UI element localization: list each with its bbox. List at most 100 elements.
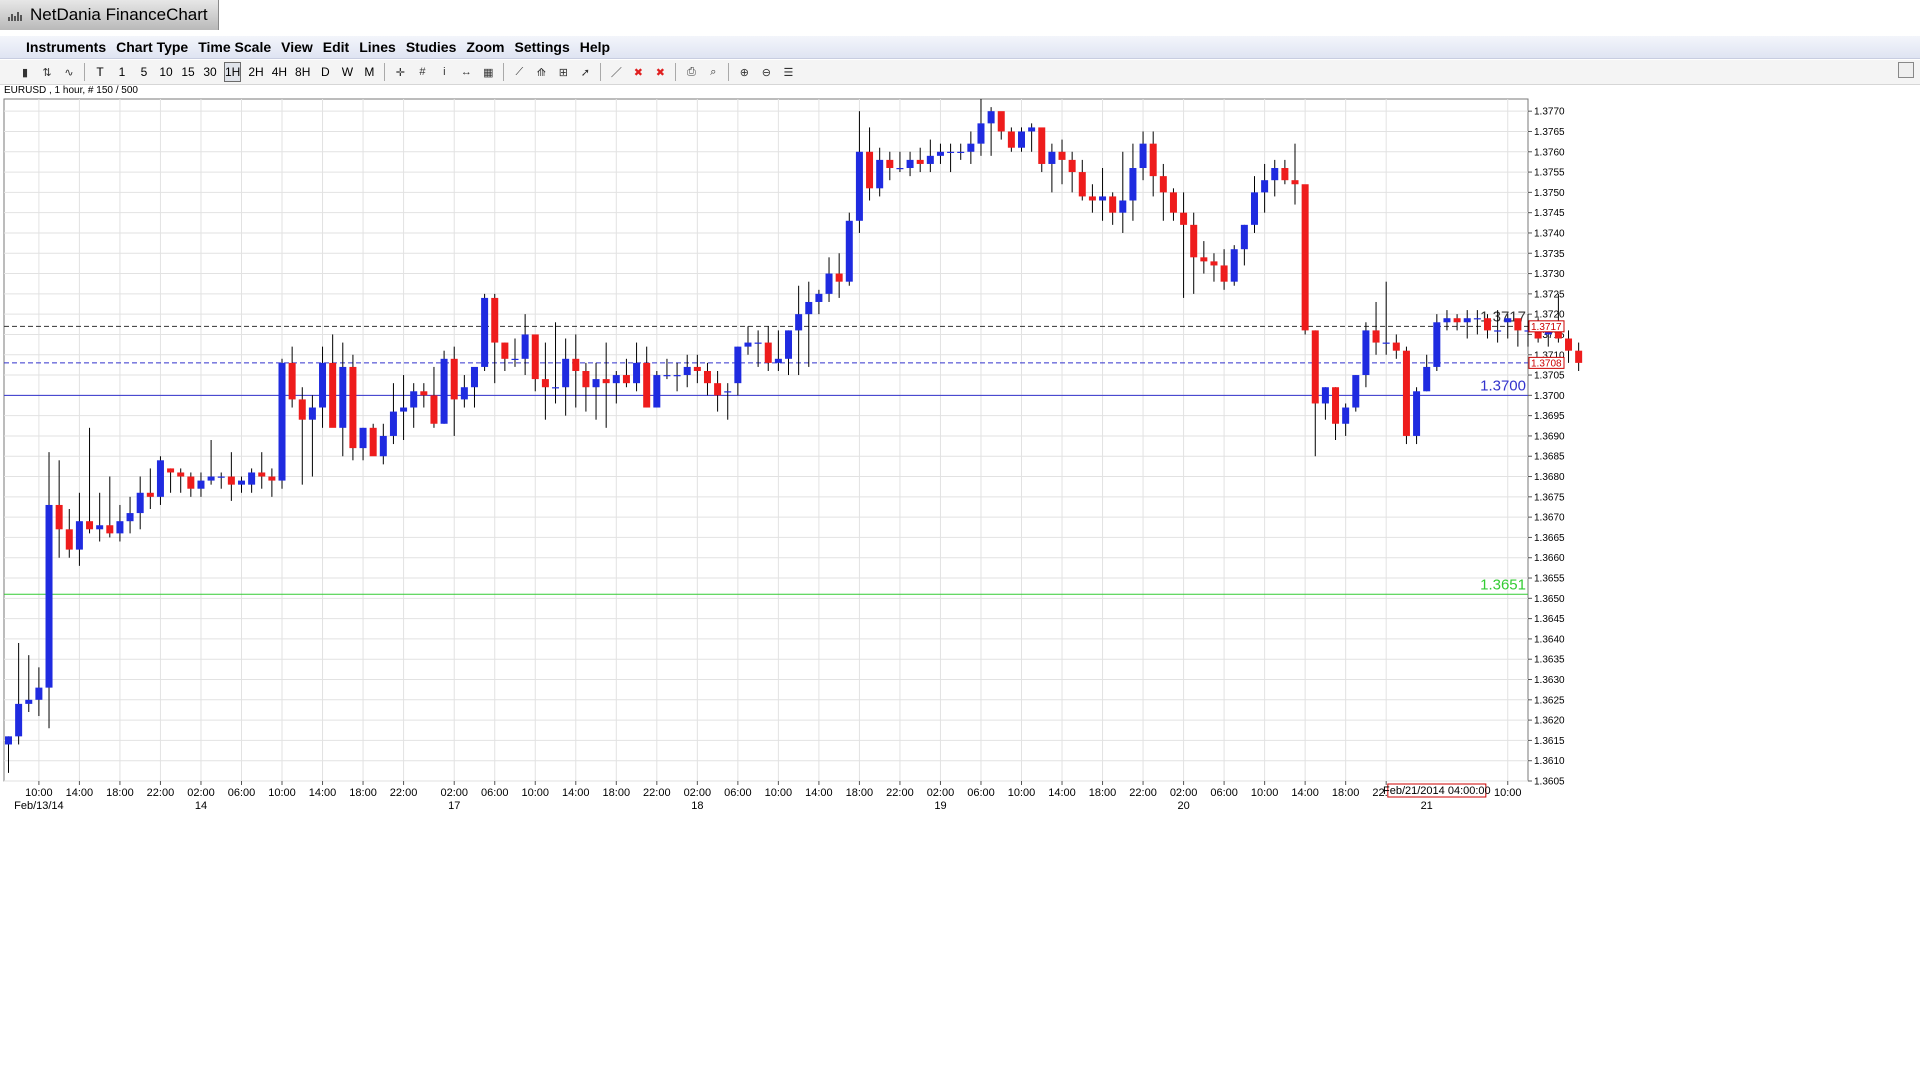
instrument-label: EURUSD , 1 hour, # 150 / 500 bbox=[4, 85, 138, 96]
timeframe-10-button[interactable]: 10 bbox=[158, 62, 174, 82]
candle-up bbox=[683, 366, 691, 376]
candle-down bbox=[1088, 196, 1096, 201]
y-tick-label: 1.3745 bbox=[1534, 208, 1565, 219]
grid-icon[interactable]: # bbox=[415, 65, 429, 79]
candle-up bbox=[1362, 330, 1370, 376]
zoom-out-icon[interactable]: ⊖ bbox=[759, 65, 773, 79]
panel-toggle-icon[interactable] bbox=[1898, 62, 1914, 78]
candle-up bbox=[359, 427, 367, 449]
candle-up bbox=[481, 297, 489, 367]
x-tick-label: 06:00 bbox=[481, 787, 509, 799]
menu-lines[interactable]: Lines bbox=[354, 39, 401, 55]
menu-edit[interactable]: Edit bbox=[318, 39, 354, 55]
x-tick-label: 02:00 bbox=[1170, 787, 1198, 799]
bars-icon[interactable]: ⇅ bbox=[40, 65, 54, 79]
draw-line-icon[interactable]: ／ bbox=[609, 65, 623, 79]
candle-down bbox=[1169, 192, 1177, 213]
y-tick-label: 1.3725 bbox=[1534, 289, 1565, 300]
candlestick-chart[interactable]: 1.3770 1.3765 1.3760 1.3755 1.3750 1.3745 1.37… bbox=[0, 96, 1920, 1000]
x-tick-label: 10:00 bbox=[765, 787, 793, 799]
candle-up bbox=[1504, 318, 1512, 323]
candle-up bbox=[1271, 168, 1279, 181]
menu-view[interactable]: View bbox=[276, 39, 318, 55]
zoom-in-icon[interactable]: ⊕ bbox=[737, 65, 751, 79]
candle-down bbox=[187, 476, 195, 489]
toolbar-separator bbox=[728, 63, 730, 81]
candle-up bbox=[845, 220, 853, 282]
timeframe-4h-button[interactable]: 4H bbox=[271, 62, 288, 82]
candle-up bbox=[673, 375, 681, 377]
y-tick-label: 1.3675 bbox=[1534, 492, 1565, 503]
menu-zoom[interactable]: Zoom bbox=[461, 39, 509, 55]
trendline-icon[interactable]: ⟋ bbox=[512, 65, 526, 79]
timeframe-30-button[interactable]: 30 bbox=[202, 62, 218, 82]
candle-down bbox=[369, 427, 377, 457]
crosshair-icon[interactable]: ✛ bbox=[393, 65, 407, 79]
candle-up bbox=[815, 293, 823, 302]
timeframe-m-button[interactable]: M bbox=[361, 62, 377, 82]
candle-up bbox=[724, 391, 732, 393]
candle-down bbox=[714, 383, 722, 396]
x-tick-label: 22:00 bbox=[643, 787, 671, 799]
y-tick-label: 1.3650 bbox=[1534, 594, 1565, 605]
candles-icon[interactable]: ▮ bbox=[18, 65, 32, 79]
x-tick-label: 10:00 bbox=[1008, 787, 1036, 799]
menu-studies[interactable]: Studies bbox=[401, 39, 462, 55]
candle-up bbox=[1048, 151, 1056, 164]
candle-down bbox=[1190, 224, 1198, 258]
fibonacci-icon[interactable]: ⊞ bbox=[556, 65, 570, 79]
candle-up bbox=[248, 472, 256, 485]
x-tick-label: 06:00 bbox=[228, 787, 256, 799]
level-label: 1.3700 bbox=[1480, 377, 1526, 394]
candle-up bbox=[126, 513, 134, 522]
candle-up bbox=[1342, 407, 1350, 424]
window-title-tab[interactable]: NetDania FinanceChart bbox=[0, 0, 219, 30]
line-icon[interactable]: ∿ bbox=[62, 65, 76, 79]
timeframe-d-button[interactable]: D bbox=[317, 62, 333, 82]
delete-all-icon[interactable]: ✖ bbox=[653, 65, 667, 79]
fan-icon[interactable]: ⟰ bbox=[534, 65, 548, 79]
timeframe-1h-button[interactable]: 1H bbox=[224, 62, 242, 82]
candle-up bbox=[612, 375, 620, 384]
volume-icon[interactable]: ▦ bbox=[481, 65, 495, 79]
candle-up bbox=[1443, 318, 1451, 323]
candle-up bbox=[1433, 322, 1441, 367]
candle-up bbox=[1382, 342, 1390, 344]
candle-up bbox=[977, 123, 985, 144]
candle-down bbox=[349, 366, 357, 449]
x-tick-label: 18:00 bbox=[1332, 787, 1360, 799]
menu-time-scale[interactable]: Time Scale bbox=[193, 39, 276, 55]
x-tick-label: 10:00 bbox=[521, 787, 549, 799]
pan-icon[interactable]: ↔ bbox=[459, 65, 473, 79]
info-icon[interactable]: i bbox=[437, 65, 451, 79]
print-preview-icon[interactable]: ⌕ bbox=[706, 65, 720, 79]
candle-up bbox=[855, 151, 863, 221]
timeframe-8h-button[interactable]: 8H bbox=[294, 62, 311, 82]
candle-up bbox=[460, 387, 468, 400]
candle-down bbox=[167, 468, 175, 473]
y-tick-label: 1.3655 bbox=[1534, 574, 1565, 585]
menu-chart-type[interactable]: Chart Type bbox=[111, 39, 193, 55]
timeframe-5-button[interactable]: 5 bbox=[136, 62, 152, 82]
candle-down bbox=[582, 370, 590, 388]
menu-settings[interactable]: Settings bbox=[510, 39, 575, 55]
timeframe-t-button[interactable]: T bbox=[92, 62, 108, 82]
timeframe-15-button[interactable]: 15 bbox=[180, 62, 196, 82]
y-tick-label: 1.3680 bbox=[1534, 472, 1565, 483]
print-icon[interactable]: ⎙ bbox=[684, 65, 698, 79]
y-tick-label: 1.3610 bbox=[1534, 756, 1565, 767]
x-tick-label: 10:00 bbox=[1251, 787, 1279, 799]
timeframe-w-button[interactable]: W bbox=[339, 62, 355, 82]
x-tick-label: 18:00 bbox=[106, 787, 134, 799]
timeframe-2h-button[interactable]: 2H bbox=[247, 62, 264, 82]
timeframe-1-button[interactable]: 1 bbox=[114, 62, 130, 82]
menu-help[interactable]: Help bbox=[575, 39, 615, 55]
candle-up bbox=[1261, 180, 1269, 193]
menu-instruments[interactable]: Instruments bbox=[21, 39, 111, 55]
cursor-icon[interactable]: ➚ bbox=[578, 65, 592, 79]
candle-down bbox=[501, 342, 509, 359]
delete-icon[interactable]: ✖ bbox=[631, 65, 645, 79]
y-tick-label: 1.3625 bbox=[1534, 695, 1565, 706]
candle-up bbox=[237, 480, 245, 485]
fit-icon[interactable]: ☰ bbox=[781, 65, 795, 79]
